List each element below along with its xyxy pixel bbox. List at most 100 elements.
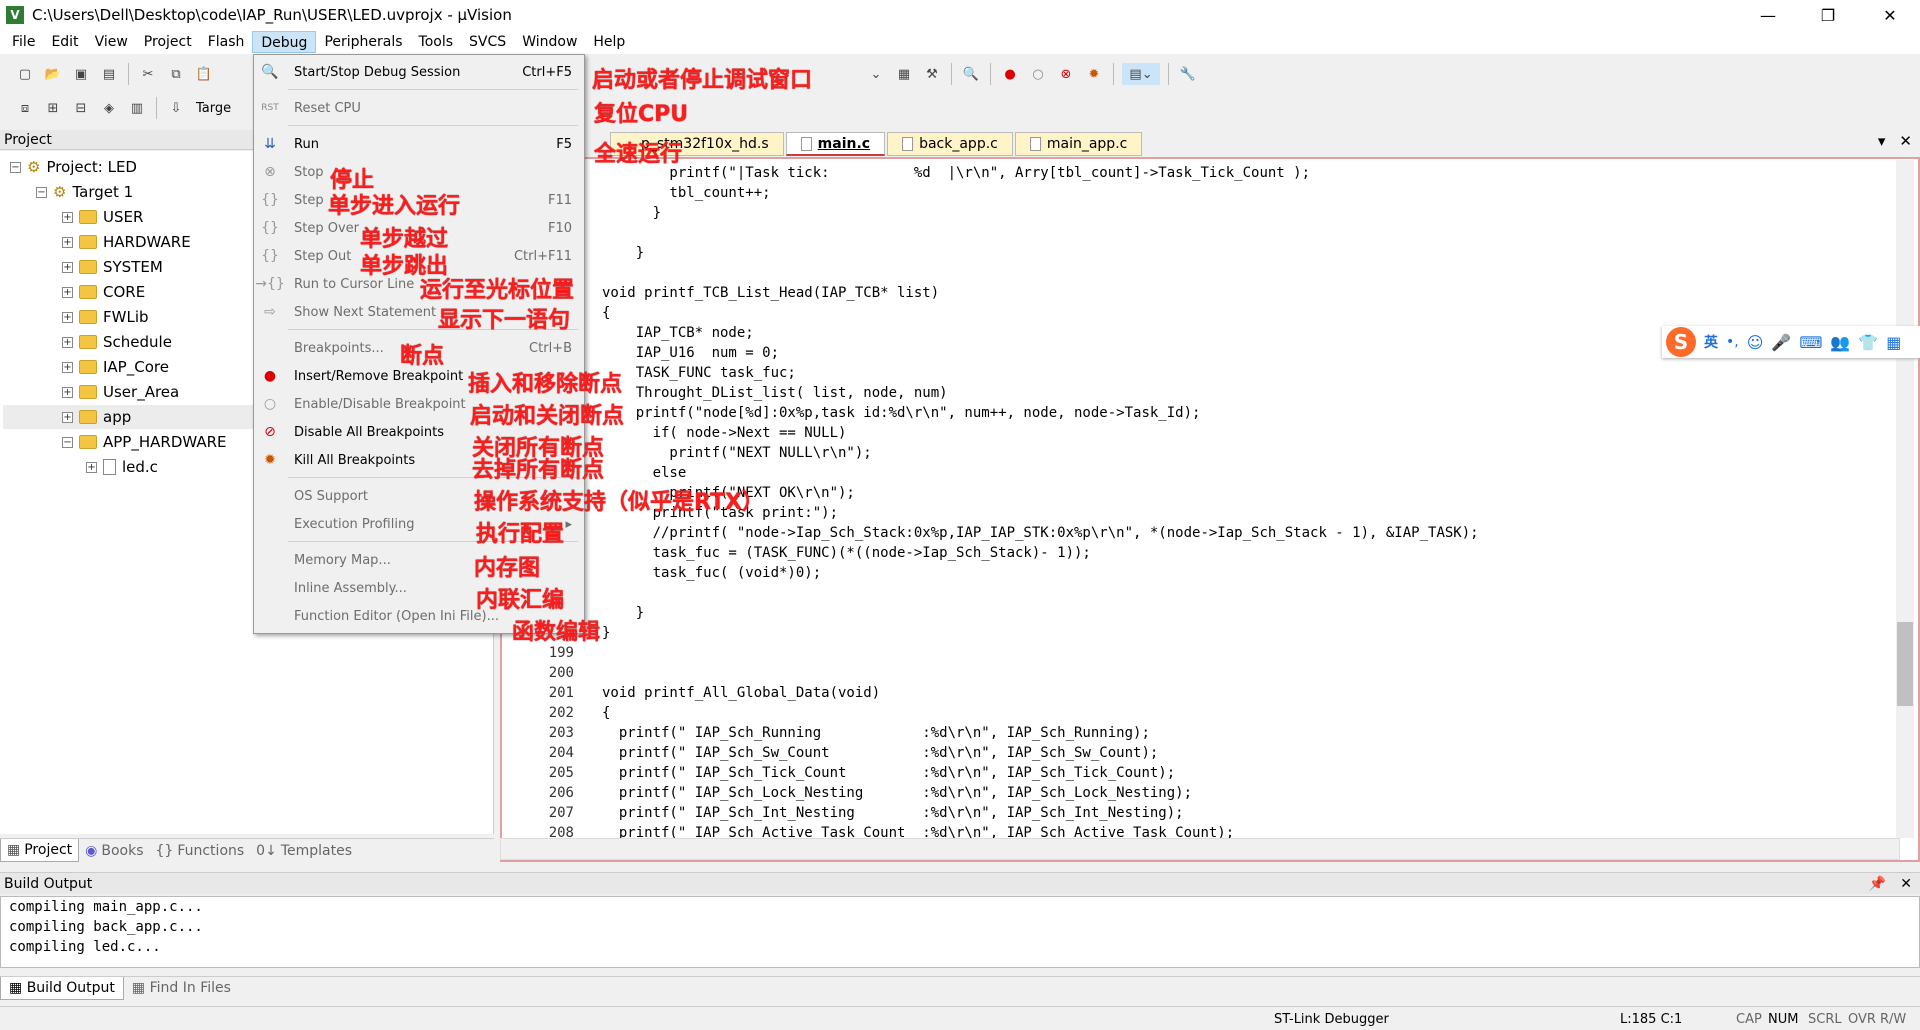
stop-build-icon[interactable]: ▥ xyxy=(126,97,148,119)
code-line[interactable]: printf("|Task tick: %d |\r\n", Arry[tbl_… xyxy=(502,163,1892,183)
mic-icon[interactable]: 🎤 xyxy=(1771,333,1791,352)
menu-view[interactable]: View xyxy=(87,31,136,53)
code-line[interactable]: { xyxy=(502,303,1892,323)
batch-build-icon[interactable]: ◈ xyxy=(98,97,120,119)
code-line[interactable]: if( node->Next == NULL) xyxy=(502,423,1892,443)
menu-item-run[interactable]: ⇊ Run F5 xyxy=(254,131,586,157)
code-line[interactable]: 204 printf(" IAP_Sch_Sw_Count :%d\r\n", … xyxy=(502,743,1892,763)
tree-folder[interactable]: + USER xyxy=(62,205,143,229)
tab-back-app-c[interactable]: back_app.c xyxy=(887,132,1013,156)
tree-folder[interactable]: + SYSTEM xyxy=(62,255,163,279)
copy-icon[interactable]: ⧉ xyxy=(165,63,187,85)
tab-build-output[interactable]: ▦ Build Output xyxy=(0,977,124,1000)
code-line[interactable]: 202 { xyxy=(502,703,1892,723)
tab-project[interactable]: ▦ Project xyxy=(0,839,80,862)
disable-all-breakpoints-icon[interactable]: ⊗ xyxy=(1055,63,1077,85)
code-line[interactable]: 199 xyxy=(502,643,1892,663)
menu-file[interactable]: File xyxy=(4,31,43,53)
code-line[interactable]: } xyxy=(502,623,1892,643)
breakpoint-icon[interactable]: ● xyxy=(999,63,1021,85)
menu-help[interactable]: Help xyxy=(585,31,633,53)
close-button[interactable]: ✕ xyxy=(1862,0,1918,30)
tree-node-target[interactable]: − ⚙ Target 1 xyxy=(36,180,133,204)
translate-icon[interactable]: ⧈ xyxy=(14,97,36,119)
tree-folder[interactable]: + CORE xyxy=(62,280,145,304)
tree-folder[interactable]: + HARDWARE xyxy=(62,230,191,254)
code-line[interactable]: 200 xyxy=(502,663,1892,683)
code-line[interactable]: TASK_FUNC task_fuc; xyxy=(502,363,1892,383)
tree-folder[interactable]: + User_Area xyxy=(62,380,179,404)
tree-folder[interactable]: + app xyxy=(62,405,131,429)
code-line[interactable]: printf("NEXT NULL\r\n"); xyxy=(502,443,1892,463)
rebuild-icon[interactable]: ⊟ xyxy=(70,97,92,119)
tab-list-icon[interactable]: ▾ xyxy=(1878,132,1886,150)
tree-folder[interactable]: − APP_HARDWARE xyxy=(62,430,227,454)
code-line[interactable]: void printf_TCB_List_Head(IAP_TCB* list) xyxy=(502,283,1892,303)
tree-folder[interactable]: + Schedule xyxy=(62,330,172,354)
menu-project[interactable]: Project xyxy=(136,31,200,53)
cut-icon[interactable]: ✂ xyxy=(137,63,159,85)
tab-main-app-c[interactable]: main_app.c xyxy=(1014,132,1143,156)
menu-edit[interactable]: Edit xyxy=(43,31,86,53)
disable-breakpoint-icon[interactable]: ○ xyxy=(1027,63,1049,85)
code-line[interactable]: 205 printf(" IAP_Sch_Tick_Count :%d\r\n"… xyxy=(502,763,1892,783)
code-line[interactable]: 203 printf(" IAP_Sch_Running :%d\r\n", I… xyxy=(502,723,1892,743)
build-icon[interactable]: ⊞ xyxy=(42,97,64,119)
code-line[interactable]: } xyxy=(502,203,1892,223)
code-line[interactable]: 201 void printf_All_Global_Data(void) xyxy=(502,683,1892,703)
emoji-icon[interactable]: ☺ xyxy=(1747,333,1764,352)
menu-window[interactable]: Window xyxy=(514,31,585,53)
tab-books[interactable]: ◉ Books xyxy=(79,839,149,862)
code-line[interactable] xyxy=(502,223,1892,243)
window-layout-icon[interactable]: ▤⌄ xyxy=(1122,63,1160,85)
debug-session-icon[interactable]: 🔍 xyxy=(960,63,982,85)
editor-vertical-scrollbar[interactable] xyxy=(1896,160,1914,838)
skin-icon[interactable]: 👕 xyxy=(1858,333,1878,352)
code-line[interactable]: task_fuc = (TASK_FUNC)(*((node->Iap_Sch_… xyxy=(502,543,1892,563)
kill-breakpoints-icon[interactable]: ✹ xyxy=(1083,63,1105,85)
tab-functions[interactable]: {} Functions xyxy=(150,839,251,862)
find-in-files-icon[interactable]: ▦ xyxy=(893,63,915,85)
menu-peripherals[interactable]: Peripherals xyxy=(316,31,410,53)
tab-find-in-files[interactable]: ▦ Find In Files xyxy=(124,977,239,1000)
menu-item-stop[interactable]: ⊗ Stop xyxy=(254,159,586,185)
code-line[interactable]: } xyxy=(502,603,1892,623)
incremental-find-icon[interactable]: ⚒ xyxy=(921,63,943,85)
tree-folder[interactable]: + FWLib xyxy=(62,305,149,329)
code-line[interactable]: } xyxy=(502,243,1892,263)
menu-tools[interactable]: Tools xyxy=(411,31,462,53)
code-line[interactable]: task_fuc( (void*)0); xyxy=(502,563,1892,583)
code-line[interactable]: else xyxy=(502,463,1892,483)
grid-icon[interactable]: ▦ xyxy=(1886,333,1901,352)
menu-item-reset-cpu[interactable]: RST Reset CPU xyxy=(254,95,586,121)
code-line[interactable]: 207 printf(" IAP_Sch_Int_Nesting :%d\r\n… xyxy=(502,803,1892,823)
minimize-button[interactable]: — xyxy=(1740,0,1796,30)
pin-icon[interactable]: 📌 xyxy=(1869,873,1886,895)
new-file-icon[interactable]: ▢ xyxy=(14,63,36,85)
menu-debug[interactable]: Debug xyxy=(252,31,317,53)
menu-svcs[interactable]: SVCS xyxy=(461,31,514,53)
keyboard-icon[interactable]: ⌨ xyxy=(1799,333,1822,352)
save-all-icon[interactable]: ▤ xyxy=(98,63,120,85)
code-line[interactable]: printf("node[%d]:0x%p,task id:%d\r\n", n… xyxy=(502,403,1892,423)
open-file-icon[interactable]: 📂 xyxy=(42,63,64,85)
user-icon[interactable]: 👥 xyxy=(1830,333,1850,352)
paste-icon[interactable]: 📋 xyxy=(193,63,215,85)
code-line[interactable] xyxy=(502,263,1892,283)
tree-folder[interactable]: + IAP_Core xyxy=(62,355,169,379)
maximize-button[interactable]: ❐ xyxy=(1800,0,1856,30)
code-line[interactable]: //printf( "node->Iap_Sch_Stack:0x%p,IAP_… xyxy=(502,523,1892,543)
menu-item-start-stop-debug[interactable]: 🔍 Start/Stop Debug Session Ctrl+F5 xyxy=(254,59,586,85)
load-icon[interactable]: ⇩ xyxy=(165,97,187,119)
editor-horizontal-scrollbar[interactable] xyxy=(500,838,1900,860)
build-output-window[interactable]: compiling main_app.c... compiling back_a… xyxy=(0,896,1920,968)
save-icon[interactable]: ▣ xyxy=(70,63,92,85)
code-line[interactable]: tbl_count++; xyxy=(502,183,1892,203)
ime-punctuation[interactable]: •, xyxy=(1726,334,1739,350)
target-select[interactable]: Targe xyxy=(196,101,231,116)
code-line[interactable]: Throught_DList_list( list, node, num) xyxy=(502,383,1892,403)
configure-icon[interactable]: 🔧 xyxy=(1177,63,1199,85)
close-panel-icon[interactable]: ✕ xyxy=(1900,873,1912,895)
tab-templates[interactable]: 0↓ Templates xyxy=(250,839,358,862)
tree-file[interactable]: + led.c xyxy=(86,455,158,479)
